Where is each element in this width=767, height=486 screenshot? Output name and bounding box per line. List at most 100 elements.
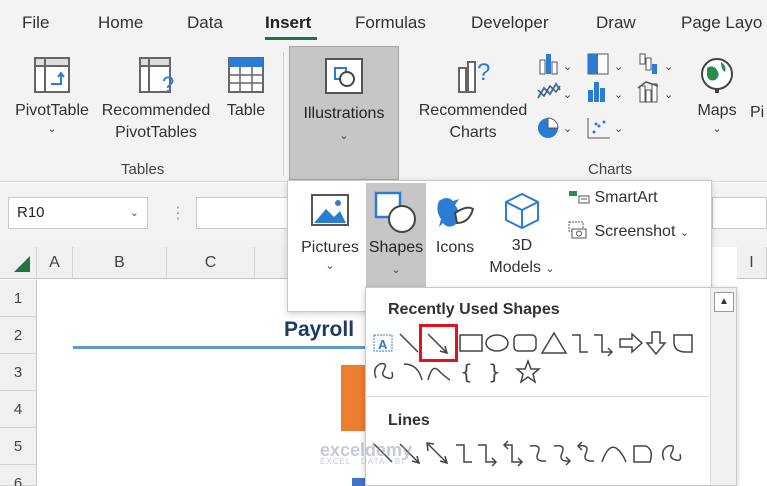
cube-icon <box>505 192 539 230</box>
column-header-c[interactable]: C <box>167 247 255 279</box>
curved-connector-icon[interactable] <box>529 444 547 462</box>
tab-page-layout[interactable]: Page Layo <box>681 13 762 33</box>
double-arrow-line-icon[interactable] <box>426 442 449 465</box>
title-underline <box>73 346 373 349</box>
pie-chart-icon[interactable]: ⌄ <box>538 117 572 138</box>
formula-controls <box>196 197 292 229</box>
chart-type-buttons[interactable]: ⌄ ⌄ ⌄ ⌄ ⌄ ⌄ ⌄ ⌄ <box>536 52 686 144</box>
elbow-double-arrow-connector-icon[interactable] <box>502 440 524 467</box>
chevron-down-icon: ⌄ <box>545 263 555 275</box>
row-header-3[interactable]: 3 <box>0 354 37 391</box>
svg-text:{: { <box>460 360 473 384</box>
smartart-button[interactable]: SmartArt <box>568 189 658 207</box>
pivottable-button[interactable]: PivotTable ⌄ <box>12 54 92 136</box>
recommended-pivottables-button[interactable]: ? Recommended PivotTables <box>97 54 215 144</box>
group-label-tables: Tables <box>121 161 165 178</box>
tab-formulas[interactable]: Formulas <box>355 13 426 33</box>
row-header-1[interactable]: 1 <box>0 280 37 317</box>
svg-text:⌄: ⌄ <box>614 123 623 135</box>
row-header-2[interactable]: 2 <box>0 317 37 354</box>
scribble-shape-icon[interactable] <box>661 444 682 462</box>
illustrations-button[interactable]: Illustrations ⌄ <box>289 46 399 180</box>
curve-shape-icon[interactable] <box>403 363 423 381</box>
recommended-charts-button[interactable]: ? Recommended Charts <box>414 54 532 144</box>
star-shape-icon[interactable] <box>514 358 542 384</box>
tab-draw[interactable]: Draw <box>596 13 636 33</box>
svg-text:⌄: ⌄ <box>563 61 572 73</box>
recommended-charts-label-2: Charts <box>449 124 497 141</box>
chevron-down-icon: ⌄ <box>391 264 401 276</box>
column-header-d[interactable] <box>255 247 288 279</box>
maps-button[interactable]: Maps ⌄ <box>692 54 742 136</box>
column-header-b[interactable]: B <box>73 247 167 279</box>
pivotchart-label: Pi <box>750 104 765 121</box>
group-separator <box>283 52 284 176</box>
tab-data[interactable]: Data <box>187 13 223 33</box>
combo-chart-icon[interactable]: ⌄ <box>637 81 673 103</box>
tab-developer[interactable]: Developer <box>471 13 549 33</box>
tab-file[interactable]: File <box>22 13 49 33</box>
globe-icon <box>701 58 733 93</box>
rounded-rectangle-shape-icon[interactable] <box>513 334 537 352</box>
elbow-arrow-connector-icon[interactable] <box>478 444 498 467</box>
right-arrow-shape-icon[interactable] <box>619 332 644 354</box>
table-icon <box>228 57 264 93</box>
name-box[interactable]: R10 ⌄ <box>8 197 148 229</box>
name-box-value: R10 <box>17 204 45 221</box>
scribble-shape-icon[interactable] <box>373 362 394 380</box>
chart-bar-blue <box>352 478 366 486</box>
curve-shape-icon[interactable] <box>601 446 627 463</box>
row-header-5[interactable]: 5 <box>0 428 37 465</box>
line-chart-icon[interactable]: ⌄ <box>537 82 572 101</box>
pivotchart-button[interactable]: Pi <box>750 102 764 124</box>
icons-button[interactable]: Icons <box>428 193 482 259</box>
tab-home[interactable]: Home <box>98 13 143 33</box>
curved-double-arrow-connector-icon[interactable] <box>576 441 595 462</box>
chevron-down-icon[interactable]: ⌄ <box>130 206 139 219</box>
pivottable-icon <box>34 57 70 93</box>
lines-shapes-row <box>373 440 682 467</box>
flowchart-shape-icon[interactable] <box>673 334 693 353</box>
sheet-title: Payroll <box>284 318 355 341</box>
freeform-shape-icon[interactable] <box>427 367 451 381</box>
waterfall-chart-icon[interactable]: ⌄ <box>639 53 673 74</box>
table-button[interactable]: Table <box>222 54 270 122</box>
tab-insert[interactable]: Insert <box>265 13 311 33</box>
left-brace-shape-icon[interactable]: { <box>460 360 473 384</box>
elbow-arrow-connector-icon[interactable] <box>594 334 614 357</box>
screenshot-button[interactable]: Screenshot ⌄ <box>568 221 689 241</box>
gallery-divider <box>366 396 708 397</box>
down-arrow-shape-icon[interactable] <box>645 331 667 356</box>
3d-models-label-2: Models <box>489 259 541 276</box>
formula-input[interactable] <box>712 197 767 229</box>
ribbon-tabs: File Home Data Insert Formulas Developer… <box>0 0 767 44</box>
column-header-a[interactable]: A <box>37 247 73 279</box>
triangle-shape-icon[interactable] <box>540 331 568 354</box>
row-header-6[interactable]: 6 <box>0 465 37 486</box>
curved-arrow-connector-icon[interactable] <box>553 444 572 466</box>
line-shape-icon[interactable] <box>399 333 419 353</box>
lines-heading: Lines <box>388 412 430 429</box>
column-header-i[interactable]: I <box>737 247 767 279</box>
hierarchy-chart-icon[interactable]: ⌄ <box>587 53 623 75</box>
illustrations-label: Illustrations <box>303 105 385 122</box>
elbow-connector-icon[interactable] <box>572 334 588 353</box>
shapes-button[interactable]: Shapes ⌄ <box>366 183 426 287</box>
shapes-label: Shapes <box>368 239 424 256</box>
oval-shape-icon[interactable] <box>485 334 509 352</box>
selected-shape-highlight <box>419 324 458 362</box>
rectangle-shape-icon[interactable] <box>459 334 483 352</box>
pictures-button[interactable]: Pictures ⌄ <box>298 193 362 273</box>
scroll-up-button[interactable]: ▲ <box>714 292 734 312</box>
freeform-shape-icon[interactable] <box>633 445 653 463</box>
column-chart-icon[interactable]: ⌄ <box>539 54 572 75</box>
row-header-4[interactable]: 4 <box>0 391 37 428</box>
3d-models-button[interactable]: 3D Models ⌄ <box>486 191 558 280</box>
text-box-icon[interactable]: A <box>373 334 393 352</box>
statistic-chart-icon[interactable]: ⌄ <box>588 82 623 102</box>
elbow-connector-icon[interactable] <box>456 444 472 463</box>
scatter-chart-icon[interactable]: ⌄ <box>587 118 623 139</box>
gallery-scrollbar[interactable]: ▲ <box>710 288 736 485</box>
shapes-icon <box>374 191 416 233</box>
right-brace-shape-icon[interactable]: } <box>488 360 501 384</box>
